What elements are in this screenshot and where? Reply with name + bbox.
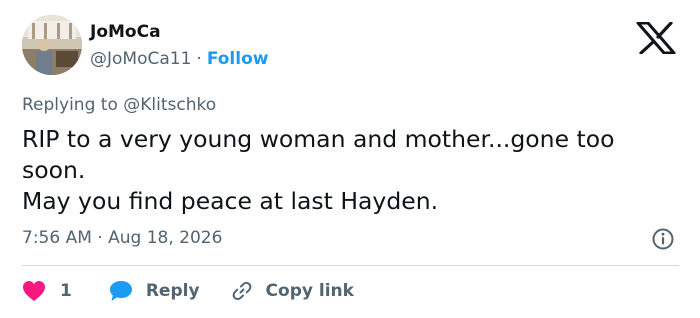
heart-icon [23, 281, 45, 301]
tweet-text-line: RIP to a very young woman and mother...g… [22, 125, 615, 184]
follow-button[interactable]: Follow [207, 49, 269, 69]
replying-to: Replying to @Klitschko [22, 95, 216, 115]
author-handle[interactable]: @JoMoCa11 [90, 49, 191, 69]
tweet-date: Aug 18, 2026 [108, 228, 223, 248]
separator-dot: · [196, 49, 202, 69]
avatar[interactable] [22, 15, 82, 75]
separator-dot: · [97, 228, 103, 248]
like-button[interactable]: 1 [22, 280, 72, 302]
copy-link-button[interactable]: Copy link [230, 279, 354, 303]
replying-to-prefix: Replying to [22, 95, 118, 115]
replying-to-mention[interactable]: @Klitschko [123, 95, 216, 115]
copy-link-label: Copy link [265, 281, 354, 301]
x-logo-icon[interactable] [636, 22, 676, 54]
avatar-image [22, 15, 82, 75]
tweet-time: 7:56 AM [22, 228, 92, 248]
tweet-timestamp[interactable]: 7:56 AM · Aug 18, 2026 [22, 228, 222, 248]
reply-label: Reply [145, 281, 200, 301]
tweet-text-line: May you find peace at last Hayden. [22, 187, 439, 215]
link-icon [232, 281, 251, 301]
author-handle-line: @JoMoCa11 · Follow [90, 49, 268, 69]
info-icon[interactable] [651, 227, 675, 251]
author-display-name[interactable]: JoMoCa [90, 22, 161, 42]
like-count: 1 [60, 281, 72, 301]
tweet-actions: 1 Reply Copy link [22, 276, 354, 306]
divider [22, 265, 679, 266]
speech-bubble-icon [109, 281, 132, 301]
reply-button[interactable]: Reply [108, 279, 200, 303]
tweet-text: RIP to a very young woman and mother...g… [22, 124, 682, 217]
